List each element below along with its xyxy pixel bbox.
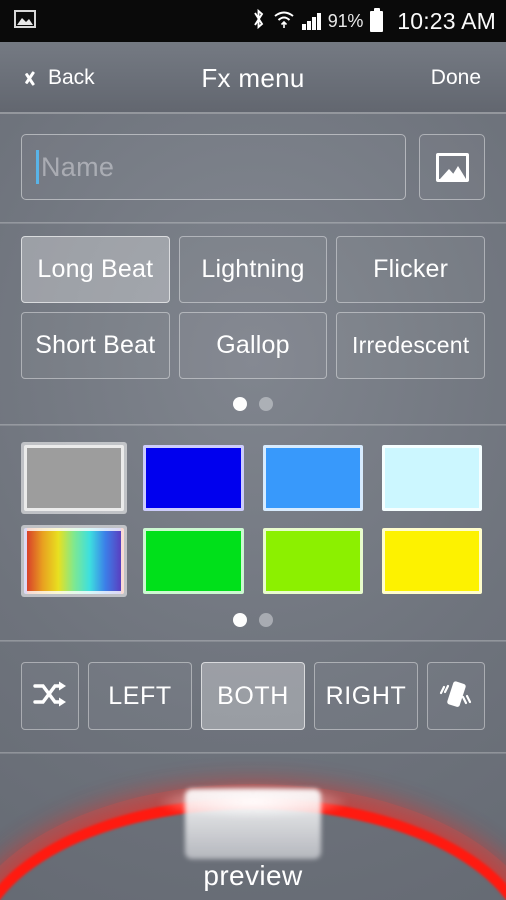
- image-notification-icon: [14, 9, 36, 33]
- effects-pager[interactable]: [0, 383, 506, 424]
- app-header: Back Fx menu Done: [0, 42, 506, 114]
- picture-button[interactable]: [419, 134, 485, 200]
- mode-button-right[interactable]: RIGHT: [314, 662, 418, 730]
- shuffle-icon: [33, 680, 67, 713]
- color-swatch-green[interactable]: [143, 528, 244, 594]
- shuffle-button[interactable]: [21, 662, 79, 730]
- mode-section: LEFT BOTH RIGHT: [0, 642, 506, 752]
- color-swatch-yellow[interactable]: [381, 528, 482, 594]
- done-button[interactable]: Done: [431, 66, 481, 90]
- color-swatch-green-wrap[interactable]: [140, 525, 246, 597]
- effect-button-gallop[interactable]: Gallop: [178, 312, 328, 379]
- color-swatch-yellow-wrap[interactable]: [379, 525, 485, 597]
- status-bar-right: 91% 10:23 AM: [251, 7, 496, 35]
- preview-area: preview: [0, 754, 506, 900]
- colors-grid: [0, 426, 506, 599]
- led-band-gloss: [158, 785, 348, 819]
- color-swatch-sky-blue[interactable]: [262, 445, 363, 511]
- status-bar: 91% 10:23 AM: [0, 0, 506, 42]
- colors-pager[interactable]: [0, 599, 506, 640]
- effects-section: Long Beat Lightning Flicker Short Beat G…: [0, 224, 506, 424]
- preview-label: preview: [203, 860, 303, 891]
- cellular-signal-icon: [302, 12, 321, 30]
- color-swatch-rainbow-wrap[interactable]: [21, 525, 128, 597]
- bluetooth-icon: [251, 8, 266, 35]
- back-button[interactable]: Back: [24, 63, 95, 93]
- name-input[interactable]: Name: [21, 134, 406, 200]
- effects-grid: Long Beat Lightning Flicker Short Beat G…: [0, 224, 506, 383]
- color-swatch-blue[interactable]: [143, 445, 244, 511]
- mode-row: LEFT BOTH RIGHT: [0, 642, 506, 752]
- name-input-placeholder: Name: [41, 151, 115, 182]
- name-row: Name: [0, 114, 506, 222]
- battery-icon: [370, 7, 384, 32]
- wifi-icon: [273, 9, 295, 34]
- text-caret: [36, 150, 39, 184]
- colors-pager-dot-1[interactable]: [233, 613, 247, 627]
- color-swatch-pale-cyan-wrap[interactable]: [379, 442, 485, 514]
- effect-button-long-beat[interactable]: Long Beat: [21, 236, 170, 303]
- color-swatch-sky-blue-wrap[interactable]: [260, 442, 366, 514]
- effect-button-irredescent[interactable]: Irredescent: [336, 312, 485, 379]
- battery-percent-label: 91%: [327, 10, 364, 31]
- color-swatch-pale-cyan[interactable]: [381, 445, 482, 511]
- status-bar-left: [14, 9, 251, 33]
- colors-pager-dot-2[interactable]: [259, 613, 273, 627]
- shake-phone-icon: [439, 678, 473, 715]
- color-swatch-rainbow[interactable]: [24, 528, 125, 594]
- clock-label: 10:23 AM: [397, 7, 496, 34]
- shake-button[interactable]: [427, 662, 485, 730]
- effects-pager-dot-2[interactable]: [259, 397, 273, 411]
- effects-pager-dot-1[interactable]: [233, 397, 247, 411]
- colors-section: [0, 426, 506, 640]
- mode-button-both[interactable]: BOTH: [201, 662, 305, 730]
- effect-button-short-beat[interactable]: Short Beat: [21, 312, 170, 379]
- color-swatch-gray[interactable]: [24, 445, 125, 511]
- effect-button-lightning[interactable]: Lightning: [178, 236, 328, 303]
- mode-button-left[interactable]: LEFT: [88, 662, 192, 730]
- effect-button-flicker[interactable]: Flicker: [336, 236, 485, 303]
- color-swatch-blue-wrap[interactable]: [140, 442, 246, 514]
- name-section: Name: [0, 114, 506, 222]
- picture-icon: [435, 152, 469, 182]
- app-screen: 91% 10:23 AM Back Fx menu Done Name Long…: [0, 0, 506, 900]
- color-swatch-lime[interactable]: [262, 528, 363, 594]
- color-swatch-lime-wrap[interactable]: [260, 525, 366, 597]
- chevron-left-icon: [24, 63, 39, 93]
- color-swatch-gray-wrap[interactable]: [21, 442, 128, 514]
- back-button-label: Back: [48, 66, 95, 89]
